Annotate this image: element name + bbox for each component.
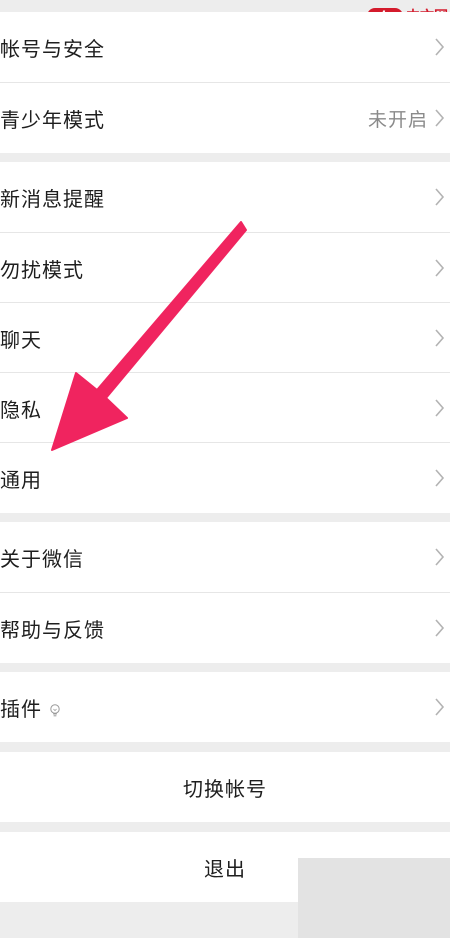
settings-item-label: 关于微信 [0, 546, 84, 571]
chevron-right-icon [435, 259, 445, 277]
settings-item-about-wechat[interactable]: 关于微信 [0, 522, 450, 592]
chevron-right-icon [435, 619, 445, 637]
settings-item-label: 插件 [0, 693, 62, 722]
teen-mode-status: 未开启 [367, 108, 428, 131]
settings-item-label: 隐私 [0, 397, 42, 422]
settings-item-label: 青少年模式 [0, 107, 105, 132]
settings-item-privacy[interactable]: 隐私 [0, 373, 450, 443]
lightbulb-icon [50, 704, 60, 717]
chevron-right-icon [435, 38, 445, 56]
settings-item-account-security[interactable]: 帐号与安全 [0, 12, 450, 82]
settings-item-plugins[interactable]: 插件 [0, 672, 450, 742]
settings-item-label: 勿扰模式 [0, 257, 84, 282]
settings-item-do-not-disturb[interactable]: 勿扰模式 [0, 233, 450, 303]
settings-item-chat[interactable]: 聊天 [0, 303, 450, 373]
settings-item-new-message-alerts[interactable]: 新消息提醒 [0, 162, 450, 232]
chevron-right-icon [435, 188, 445, 206]
chevron-right-icon [435, 698, 445, 716]
plugins-group: 插件 [0, 672, 450, 742]
chevron-right-icon [435, 469, 445, 487]
switch-account-label: 切换帐号 [183, 776, 267, 801]
settings-item-label: 通用 [0, 467, 42, 492]
settings-item-general[interactable]: 通用 [0, 443, 450, 513]
plugins-label: 插件 [0, 696, 42, 721]
chevron-right-icon [435, 399, 445, 417]
chevron-right-icon [435, 548, 445, 566]
chevron-right-icon [435, 109, 445, 127]
settings-item-label: 聊天 [0, 327, 42, 352]
settings-item-teen-mode[interactable]: 青少年模式 未开启 [0, 83, 450, 153]
settings-item-label: 帮助与反馈 [0, 617, 105, 642]
switch-account-button[interactable]: 切换帐号 [0, 752, 450, 822]
settings-item-help-feedback[interactable]: 帮助与反馈 [0, 593, 450, 663]
about-group: 关于微信 帮助与反馈 [0, 522, 450, 663]
account-group: 帐号与安全 青少年模式 未开启 [0, 12, 450, 153]
blurred-overlay [298, 858, 450, 938]
settings-group: 新消息提醒 勿扰模式 聊天 隐私 通用 [0, 162, 450, 513]
settings-item-label: 帐号与安全 [0, 36, 105, 61]
settings-item-label: 新消息提醒 [0, 186, 105, 211]
logout-label: 退出 [204, 856, 246, 881]
chevron-right-icon [435, 329, 445, 347]
